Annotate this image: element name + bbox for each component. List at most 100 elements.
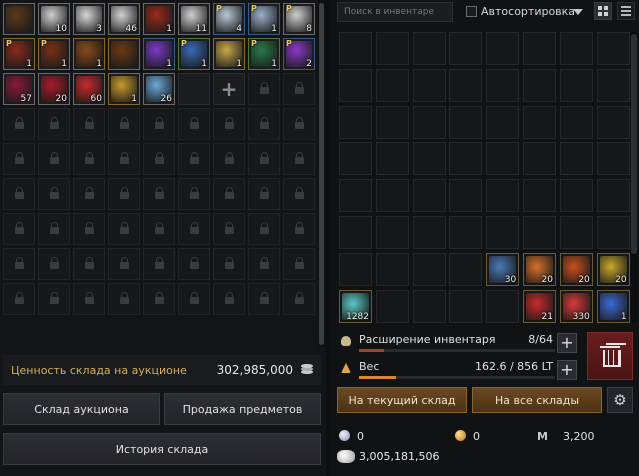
- inventory-slot-empty[interactable]: [559, 68, 593, 102]
- inventory-slot-empty[interactable]: [596, 179, 630, 213]
- inventory-slot-empty[interactable]: [596, 142, 630, 176]
- inventory-slot-empty[interactable]: [522, 179, 556, 213]
- inventory-slot-empty[interactable]: [596, 105, 630, 139]
- storage-slot-treasure-chest[interactable]: 1: [73, 38, 105, 70]
- inventory-slot-empty[interactable]: [412, 215, 446, 249]
- storage-slot-treasure-chest[interactable]: [108, 38, 140, 70]
- inventory-slot-blue-orb[interactable]: 30: [486, 252, 520, 286]
- inventory-slot-empty[interactable]: [486, 289, 520, 323]
- inventory-slot-empty[interactable]: [412, 142, 446, 176]
- inventory-slot-empty[interactable]: [522, 215, 556, 249]
- inventory-slot-empty[interactable]: [375, 68, 409, 102]
- inventory-slot-empty[interactable]: [522, 142, 556, 176]
- storage-slot-purple-crystal[interactable]: 1: [143, 38, 175, 70]
- inventory-slot-empty[interactable]: [339, 142, 372, 176]
- storage-scrollbar-thumb[interactable]: [319, 3, 324, 345]
- storage-slot-ornate-horn[interactable]: P1: [248, 3, 280, 35]
- inventory-slot-empty[interactable]: [339, 215, 372, 249]
- inventory-slot-empty[interactable]: [449, 32, 483, 65]
- trash-button[interactable]: [587, 332, 633, 380]
- inventory-slot-empty[interactable]: [375, 142, 409, 176]
- storage-slot-crimson-claw[interactable]: 57: [3, 73, 35, 105]
- inventory-slot-empty[interactable]: [449, 105, 483, 139]
- to-current-storage-button[interactable]: На текущий склад: [337, 387, 467, 413]
- inventory-slot-empty[interactable]: [486, 105, 520, 139]
- storage-slot-treasure-chest[interactable]: P1: [3, 38, 35, 70]
- storage-slot-red-pouch[interactable]: 1: [143, 3, 175, 35]
- inventory-slot-empty[interactable]: [559, 215, 593, 249]
- inventory-slot-red-potion[interactable]: 330: [559, 289, 593, 323]
- inventory-slot-empty[interactable]: [339, 32, 372, 65]
- inventory-slot-fire-orb[interactable]: 20: [522, 252, 556, 286]
- storage-slot-red-claw[interactable]: 20: [38, 73, 70, 105]
- autosort-label[interactable]: Автосортировка: [481, 5, 575, 18]
- storage-slot-empty[interactable]: [178, 73, 210, 105]
- autosort-checkbox[interactable]: [466, 6, 477, 17]
- storage-slot-paper-map[interactable]: 3: [73, 3, 105, 35]
- inventory-slot-empty[interactable]: [339, 179, 372, 213]
- inventory-slot-empty[interactable]: [559, 32, 593, 65]
- inventory-slot-empty[interactable]: [375, 32, 409, 65]
- storage-slot-ornate-horn[interactable]: P4: [213, 3, 245, 35]
- storage-slot-paper-map[interactable]: 46: [108, 3, 140, 35]
- inventory-slot-empty[interactable]: [559, 142, 593, 176]
- storage-scrollbar[interactable]: [318, 0, 326, 348]
- grid-view-icon[interactable]: [594, 2, 612, 20]
- inventory-slot-empty[interactable]: [596, 215, 630, 249]
- inventory-slot-empty[interactable]: [522, 32, 556, 65]
- inventory-slot-empty[interactable]: [596, 32, 630, 65]
- inventory-slot-golden-orb[interactable]: 20: [596, 252, 630, 286]
- inventory-slot-empty[interactable]: [486, 142, 520, 176]
- inventory-slot-empty[interactable]: [522, 68, 556, 102]
- inventory-slot-empty[interactable]: [412, 105, 446, 139]
- auction-storage-button[interactable]: Склад аукциона: [3, 393, 160, 425]
- storage-slot-paper-map[interactable]: P8: [283, 3, 315, 35]
- storage-slot-paper-map[interactable]: 11: [178, 3, 210, 35]
- inventory-slot-empty[interactable]: [375, 215, 409, 249]
- inventory-slot-empty[interactable]: [559, 105, 593, 139]
- storage-slot-blue-potion[interactable]: 26: [143, 73, 175, 105]
- inventory-slot-empty[interactable]: [375, 179, 409, 213]
- inventory-slot-cyan-orb[interactable]: 1282: [339, 289, 372, 323]
- inventory-slot-empty[interactable]: [412, 252, 446, 286]
- to-all-storages-button[interactable]: На все склады: [472, 387, 602, 413]
- expand-storage-slot[interactable]: +: [213, 73, 245, 105]
- storage-slot-magnifier-key[interactable]: [3, 3, 35, 35]
- storage-slot-paper-map[interactable]: 10: [38, 3, 70, 35]
- sort-dropdown-icon[interactable]: [573, 9, 583, 15]
- inventory-slot-empty[interactable]: [486, 68, 520, 102]
- storage-slot-red-gem[interactable]: 60: [73, 73, 105, 105]
- inventory-slot-empty[interactable]: [596, 68, 630, 102]
- inventory-slot-blue-potion[interactable]: 1: [596, 289, 630, 323]
- storage-slot-purple-chest[interactable]: P2: [283, 38, 315, 70]
- inventory-slot-flame-orb[interactable]: 20: [559, 252, 593, 286]
- inventory-slot-empty[interactable]: [486, 215, 520, 249]
- list-view-icon[interactable]: [617, 2, 635, 20]
- inventory-slot-empty[interactable]: [449, 252, 483, 286]
- settings-gear-icon[interactable]: ⚙: [607, 387, 633, 413]
- storage-slot-gold-ingot[interactable]: 1: [108, 73, 140, 105]
- inventory-slot-red-potion[interactable]: 21: [522, 289, 556, 323]
- inventory-slot-empty[interactable]: [486, 32, 520, 65]
- sell-items-button[interactable]: Продажа предметов: [164, 393, 321, 425]
- inventory-slot-empty[interactable]: [412, 179, 446, 213]
- storage-slot-emerald-medal[interactable]: P1: [248, 38, 280, 70]
- inventory-slot-empty[interactable]: [339, 105, 372, 139]
- inventory-slot-empty[interactable]: [449, 289, 483, 323]
- inventory-slot-empty[interactable]: [412, 32, 446, 65]
- storage-slot-gold-crest[interactable]: 1: [213, 38, 245, 70]
- inventory-slot-empty[interactable]: [486, 179, 520, 213]
- inventory-slot-empty[interactable]: [449, 142, 483, 176]
- inventory-slot-empty[interactable]: [522, 105, 556, 139]
- inventory-slot-empty[interactable]: [339, 252, 372, 286]
- add-weight-button[interactable]: +: [557, 360, 577, 380]
- inventory-slot-empty[interactable]: [449, 68, 483, 102]
- inventory-slot-empty[interactable]: [449, 215, 483, 249]
- add-expansion-button[interactable]: +: [557, 333, 577, 353]
- inventory-search-input[interactable]: [337, 2, 453, 22]
- inventory-slot-empty[interactable]: [375, 289, 409, 323]
- storage-slot-blue-scroll[interactable]: P1: [178, 38, 210, 70]
- inventory-slot-empty[interactable]: [412, 68, 446, 102]
- inventory-slot-empty[interactable]: [412, 289, 446, 323]
- inventory-scrollbar-thumb[interactable]: [631, 34, 637, 254]
